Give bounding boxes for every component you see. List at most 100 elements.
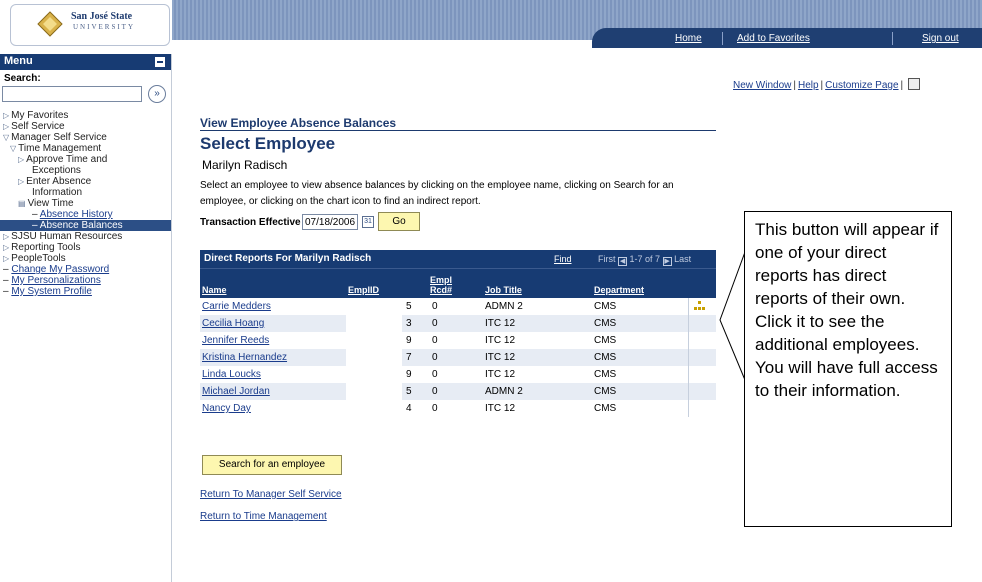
column-divider (688, 315, 689, 332)
effective-date-input[interactable] (302, 214, 358, 230)
job-title-cell: ITC 12 (485, 335, 516, 346)
empl-rcd-cell: 0 (432, 386, 438, 397)
emplid-cell-end: 3 (406, 318, 412, 329)
redaction-mask (346, 315, 402, 332)
emplid-cell-end: 9 (406, 369, 412, 380)
add-to-favorites-link[interactable]: Add to Favorites (737, 33, 810, 44)
redaction-mask (346, 383, 402, 400)
employee-name-link[interactable]: Carrie Medders (202, 301, 271, 312)
emplid-cell-end: 9 (406, 335, 412, 346)
go-button[interactable]: Go (378, 212, 420, 231)
sidebar-item-approve-time[interactable]: ▷ Approve Time and (0, 154, 171, 165)
col-header-job-title[interactable]: Job Title (485, 285, 522, 295)
sidebar-item-approve-time-cont[interactable]: Exceptions (0, 165, 171, 176)
title-divider (200, 130, 716, 131)
return-to-manager-self-service-link[interactable]: Return To Manager Self Service (200, 489, 342, 500)
col-header-name[interactable]: Name (202, 285, 227, 295)
sidebar-item-peopletools[interactable]: ▷ PeopleTools (0, 253, 171, 264)
next-icon[interactable]: ▶ (662, 257, 672, 266)
sidebar-item-absence-balances[interactable]: – Absence Balances (0, 220, 171, 231)
last-label[interactable]: Last (674, 254, 691, 264)
return-to-time-management-link[interactable]: Return to Time Management (200, 511, 327, 522)
empl-rcd-cell: 0 (432, 352, 438, 363)
search-for-employee-button[interactable]: Search for an employee (202, 455, 342, 475)
department-cell: CMS (594, 403, 617, 414)
direct-reports-grid: Direct Reports For Marilyn Radisch Find … (200, 250, 716, 417)
col-header-empl-rcd[interactable]: Empl Rcd# (430, 275, 460, 295)
emplid-cell-end: 4 (406, 403, 412, 414)
first-label[interactable]: First (598, 254, 616, 264)
nav-divider (722, 32, 723, 45)
employee-name-link[interactable]: Linda Loucks (202, 369, 261, 380)
job-title-cell: ADMN 2 (485, 301, 523, 312)
department-cell: CMS (594, 301, 617, 312)
menu-title: Menu (4, 55, 33, 67)
job-title-cell: ITC 12 (485, 352, 516, 363)
redaction-mask (346, 349, 402, 366)
job-title-cell: ITC 12 (485, 318, 516, 329)
search-label: Search: (4, 73, 41, 84)
sidebar-item-system-profile[interactable]: – My System Profile (0, 286, 171, 297)
sidebar-item-sjsu-hr[interactable]: ▷ SJSU Human Resources (0, 231, 171, 242)
nav-divider (892, 32, 893, 45)
top-nav: Home Add to Favorites Sign out (592, 28, 982, 48)
employee-name-link[interactable]: Michael Jordan (202, 386, 270, 397)
sidebar-item-enter-absence-cont[interactable]: Information (0, 187, 171, 198)
sidebar-item-view-time[interactable]: ▤ View Time (0, 198, 171, 209)
find-link[interactable]: Find (554, 254, 572, 264)
calendar-icon[interactable]: 31 (362, 216, 374, 228)
sidebar-item-change-password[interactable]: – Change My Password (0, 264, 171, 275)
sidebar-item-time-management[interactable]: ▽ Time Management (0, 143, 171, 154)
col-header-department[interactable]: Department (594, 285, 644, 295)
empl-rcd-cell: 0 (432, 335, 438, 346)
employee-name-link[interactable]: Cecilia Hoang (202, 318, 264, 329)
redaction-mask (346, 366, 402, 383)
department-cell: CMS (594, 369, 617, 380)
sidebar-item-enter-absence[interactable]: ▷ Enter Absence (0, 176, 171, 187)
print-icon[interactable] (908, 78, 921, 90)
help-link[interactable]: Help (798, 80, 819, 91)
col-header-emplid[interactable]: EmplID (348, 285, 379, 295)
emplid-cell-end: 7 (406, 352, 412, 363)
table-row: Linda Loucks090ITC 12CMS (200, 366, 716, 383)
empl-rcd-cell: 0 (432, 318, 438, 329)
column-headers: Name EmplID Empl Rcd# Job Title Departme… (200, 268, 716, 298)
menu-search-input[interactable] (2, 86, 142, 102)
collapse-icon[interactable] (155, 57, 165, 67)
home-link[interactable]: Home (675, 33, 702, 44)
empl-rcd-cell: 0 (432, 369, 438, 380)
sidebar-item-manager-self-service[interactable]: ▽ Manager Self Service (0, 132, 171, 143)
grid-body: Carrie Medders 0 5 0 ADMN 2 CMS Cecilia Hoang 0… (200, 298, 716, 417)
sidebar-item-self-service[interactable]: ▷ Self Service (0, 121, 171, 132)
sidebar-item-reporting-tools[interactable]: ▷ Reporting Tools (0, 242, 171, 253)
emplid-cell-end: 5 (406, 386, 412, 397)
search-go-icon[interactable]: » (148, 85, 166, 103)
empl-rcd-cell: 0 (432, 403, 438, 414)
table-row: Cecilia Hoang030ITC 12CMS (200, 315, 716, 332)
employee-name-link[interactable]: Kristina Hernandez (202, 352, 287, 363)
new-window-link[interactable]: New Window (733, 80, 791, 91)
sidebar-item-absence-history[interactable]: – Absence History (0, 209, 171, 220)
instructions-text: Select an employee to view absence balan… (200, 180, 674, 207)
redaction-mask (346, 298, 402, 315)
column-divider (688, 400, 689, 417)
job-title-cell: ADMN 2 (485, 386, 523, 397)
table-row: Michael Jordan050ADMN 2CMS (200, 383, 716, 400)
callout-box: This button will appear if one of your d… (744, 211, 952, 527)
customize-page-link[interactable]: Customize Page (825, 80, 898, 91)
search-row: » (0, 84, 171, 106)
table-row: Jennifer Reeds090ITC 12CMS (200, 332, 716, 349)
employee-name-link[interactable]: Nancy Day (202, 403, 251, 414)
org-chart-icon[interactable] (694, 301, 706, 312)
manager-name: Marilyn Radisch (202, 158, 288, 172)
previous-icon[interactable]: ◀ (618, 257, 628, 266)
column-divider (688, 366, 689, 383)
sidebar-menu: Menu Search: » ▷ My Favorites ▷ Self Servi… (0, 54, 172, 582)
employee-name-link[interactable]: Jennifer Reeds (202, 335, 269, 346)
menu-header: Menu (0, 54, 171, 70)
sign-out-link[interactable]: Sign out (922, 33, 959, 44)
sidebar-item-my-favorites[interactable]: ▷ My Favorites (0, 110, 171, 121)
sidebar-item-personalizations[interactable]: – My Personalizations (0, 275, 171, 286)
university-logo[interactable]: San José State UNIVERSITY (10, 4, 170, 46)
column-divider (688, 383, 689, 400)
